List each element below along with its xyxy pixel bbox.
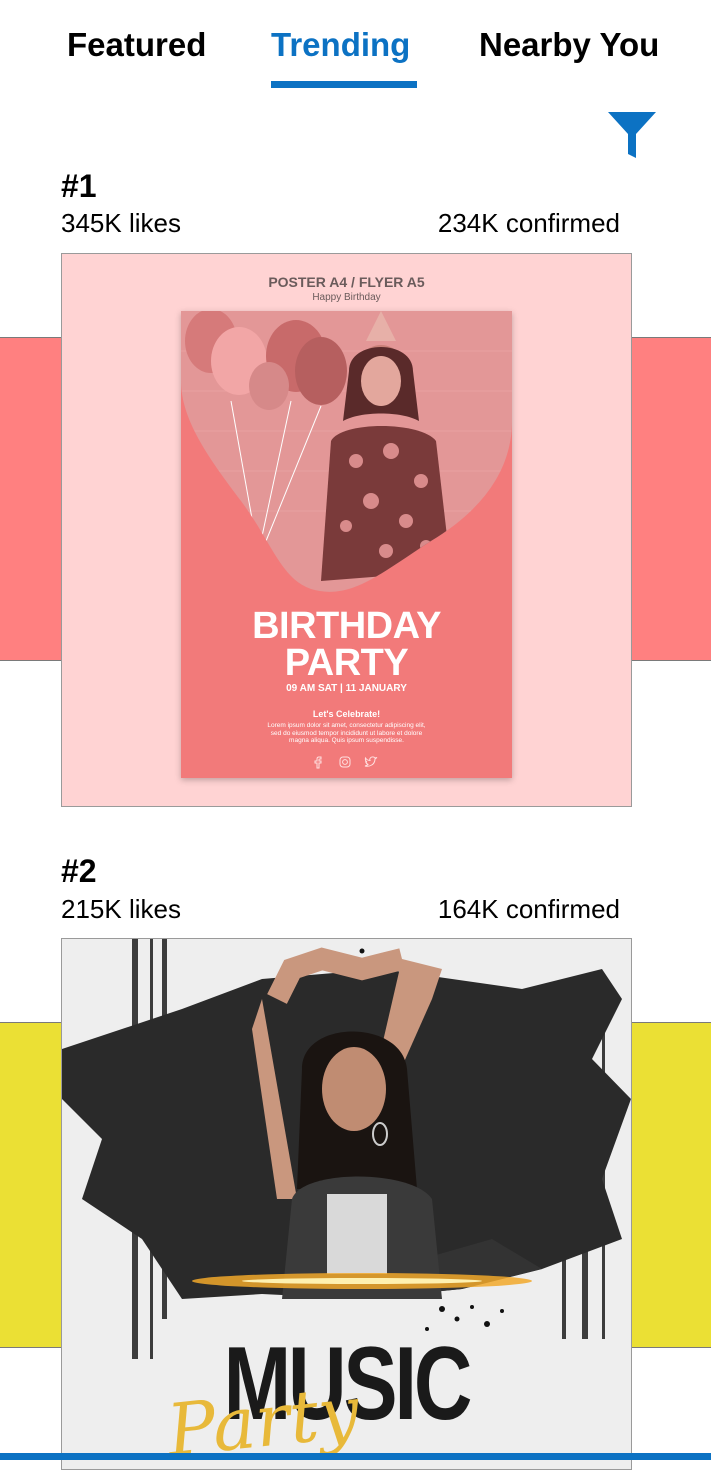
event-poster[interactable]: MUSIC Party [61,938,632,1470]
poster-header: POSTER A4 / FLYER A5 [268,274,425,290]
confirmed-count: 234K confirmed [437,208,620,238]
poster-header-sub: Happy Birthday [312,292,381,303]
poster-photo [181,311,512,592]
poster-tagline: Let's Celebrate! [312,709,381,719]
filter-icon [608,112,656,158]
confirmed-count: 164K confirmed [437,894,620,924]
card-rank: #1 [61,168,97,204]
filter-button[interactable] [606,110,658,162]
tab-nearby-you[interactable]: Nearby You [479,24,659,66]
tab-trending[interactable]: Trending [271,24,410,66]
bottom-bar [0,1453,711,1460]
tab-featured[interactable]: Featured [67,24,206,66]
event-poster[interactable]: POSTER A4 / FLYER A5 Happy Birthday BIRT… [61,253,632,807]
poster-body: Lorem ipsum dolor sit amet, consectetur … [267,722,426,744]
facebook-icon [314,756,321,769]
poster-title-line2: PARTY [284,642,409,684]
likes-count: 215K likes [61,894,181,924]
likes-count: 345K likes [61,208,181,238]
tab-bar: Featured Trending Nearby You [0,0,711,100]
social-icons [181,754,512,775]
flyer: BIRTHDAY PARTY 09 AM SAT | 11 JANUARY Le… [181,311,512,778]
twitter-icon [364,756,377,767]
card-rank: #2 [61,853,97,889]
instagram-icon [339,756,350,768]
poster-title-line1: BIRTHDAY [252,605,441,647]
poster-date: 09 AM SAT | 11 JANUARY [286,683,407,694]
active-tab-indicator [271,81,417,88]
